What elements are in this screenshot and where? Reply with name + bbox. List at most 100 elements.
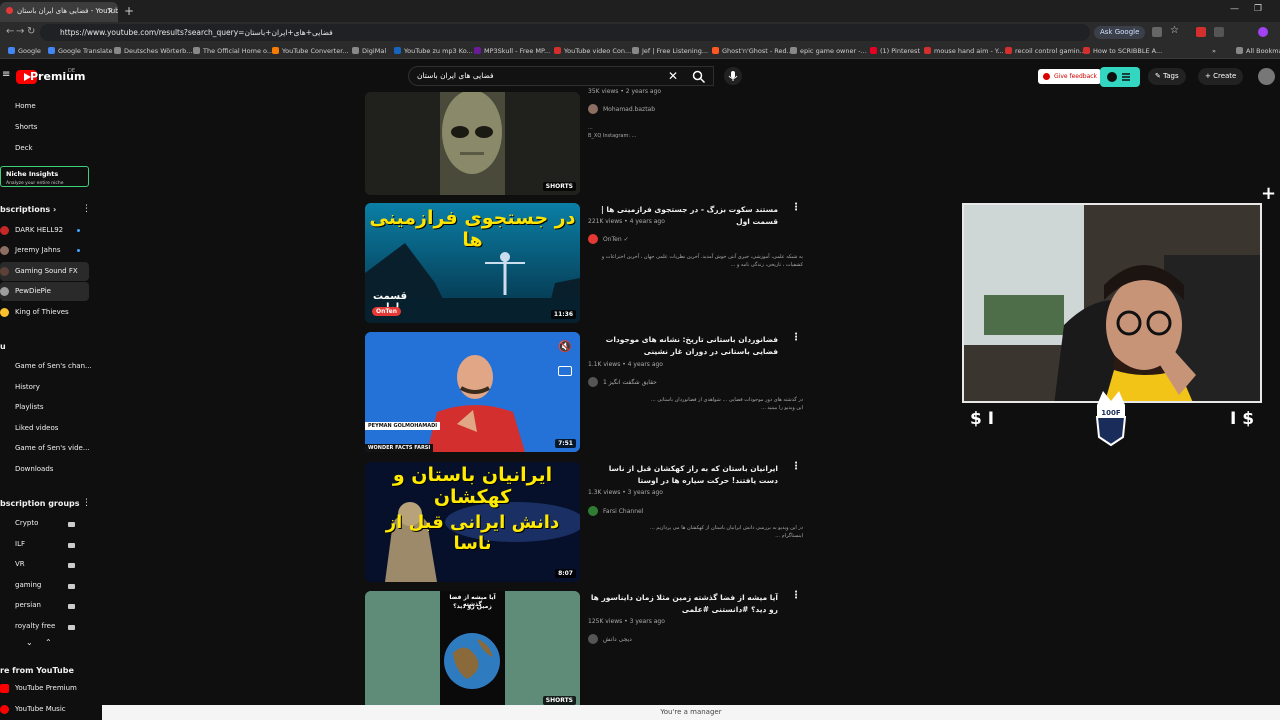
extension-red-icon[interactable] [1196,27,1206,37]
browser-tab[interactable]: فضایی های ایران باستان - YouTube ✕ [0,2,118,22]
tags-button[interactable]: ✎ Tags [1148,68,1186,85]
video-thumbnail[interactable]: آیا میشه از فضا گذشته زمین رو دید؟ SHORT… [365,591,580,709]
you-heading[interactable]: u [0,342,6,351]
groups-more-icon[interactable]: ⋮ [82,498,91,508]
chevron-up-icon[interactable]: ⌃ [45,638,52,647]
forward-icon[interactable]: → [16,26,24,37]
sidebar-group[interactable]: royalty free [15,622,55,630]
extension-icon[interactable] [1152,27,1162,37]
video-thumbnail[interactable]: ایرانیان باستان و کهکشان دانش ایرانی قبل… [365,462,580,582]
bookmark-item[interactable]: YouTube Converter... [272,47,348,55]
plus-icon: + [1205,72,1214,80]
sidebar-subscription[interactable]: DARK HELL92 [15,226,63,234]
niche-insights-button[interactable]: Niche Insights Analyze your entire niche [0,166,89,187]
bookmark-item[interactable]: YouTube zu mp3 Ko... [394,47,473,55]
bookmarks-more-icon[interactable]: » [1212,47,1216,55]
bookmark-item[interactable]: epic game owner -... [790,47,867,55]
captions-icon[interactable] [558,366,572,376]
video-description: به شبکه علمی، آموزشی، خبری آنتن خوش آمدی… [601,254,803,268]
url-field[interactable]: https://www.youtube.com/results?search_q… [40,24,1090,41]
mute-icon[interactable]: 🔇 [558,340,572,353]
more-options-icon[interactable]: ⋮ [791,332,801,343]
sidebar-group[interactable]: VR [15,560,25,568]
voice-search-icon[interactable] [724,67,742,85]
overlay-plus-icon: + [1261,183,1277,204]
bookmark-item[interactable]: Deutsches Wörterb... [114,47,192,55]
channel-name[interactable]: Mohamad.baztab [588,104,655,114]
video-title[interactable]: فضانوردان باستانی تاریخ: نشانه های موجود… [588,334,778,358]
sidebar-item-playlists[interactable]: Playlists [15,403,44,411]
bookmark-item[interactable]: Jef | Free Listening... [632,47,708,55]
sidebar-subscription[interactable]: Gaming Sound FX [15,267,78,275]
profile-icon[interactable] [1258,27,1268,37]
video-meta: 221K views • 4 years ago [588,218,665,225]
sidebar-subscription[interactable]: King of Thieves [15,308,69,316]
bookmark-item[interactable]: Google [8,47,41,55]
subscription-groups-heading[interactable]: bscription groups [0,499,80,508]
group-icon [68,584,75,589]
video-title[interactable]: آیا میشه از فضا گذشته زمین مثلا زمان دای… [588,592,778,616]
new-tab-icon[interactable]: + [124,4,134,18]
create-button[interactable]: + Create [1198,68,1244,85]
sidebar-item-music[interactable]: YouTube Music [15,705,66,713]
sidebar-item-downloads[interactable]: Downloads [15,465,53,473]
bookmark-item[interactable]: MP3Skull - Free MP... [474,47,550,55]
ask-google-button[interactable]: Ask Google [1094,26,1146,39]
star-icon[interactable]: ☆ [1170,25,1179,36]
more-options-icon[interactable]: ⋮ [791,202,801,213]
bookmark-item[interactable]: The Official Home o... [193,47,273,55]
account-avatar[interactable] [1258,68,1275,85]
subscriptions-heading[interactable]: bscriptions › [0,205,56,214]
bookmark-item[interactable]: recoil control gamin... [1005,47,1086,55]
sidebar-group[interactable]: Crypto [15,519,38,527]
bookmark-item[interactable]: mouse hand aim - Y... [924,47,1004,55]
tab-close-icon[interactable]: ✕ [107,7,114,16]
sidebar-item-shorts[interactable]: Shorts [15,123,37,131]
bookmark-item[interactable]: (1) Pinterest [870,47,920,55]
extensions-puzzle-icon[interactable] [1214,27,1224,37]
subscriptions-more-icon[interactable]: ⋮ [82,204,91,214]
sidebar-item-videos[interactable]: Game of Sen's vide... [15,444,90,452]
sidebar-item-liked[interactable]: Liked videos [15,424,58,432]
more-options-icon[interactable]: ⋮ [791,590,801,601]
group-icon [68,625,75,630]
search-icon[interactable] [692,70,706,84]
sidebar-group[interactable]: persian [15,601,41,609]
bookmark-item[interactable]: DigiMal [352,47,386,55]
sidebar-item-history[interactable]: History [15,383,40,391]
minimize-icon[interactable]: — [1230,4,1239,14]
channel-name[interactable]: حقایق شگفت انگیز 1 [588,377,657,387]
sidebar-item-deck[interactable]: Deck [15,144,33,152]
clear-search-icon[interactable]: ✕ [668,69,678,83]
sidebar-subscription[interactable]: PewDiePie [15,287,51,295]
sidebar-group[interactable]: ILF [15,540,25,548]
channel-avatar [0,267,9,276]
channel-name[interactable]: OnTen ✓ [588,234,629,244]
maximize-icon[interactable]: ❐ [1254,4,1262,14]
sidebar-item-premium[interactable]: YouTube Premium [15,684,77,692]
bookmark-item[interactable]: Google Translate [48,47,113,55]
sidebar-group[interactable]: gaming [15,581,41,589]
extension-panel-button[interactable] [1100,67,1140,87]
video-description-line: در گذشته های دور موجودات فضایی ... شواهد… [650,397,803,403]
reload-icon[interactable]: ↻ [27,26,35,37]
video-title[interactable]: ایرانیان باستان که به راز کهکشان قبل از … [588,463,778,487]
all-bookmarks[interactable]: All Bookmarks [1236,47,1280,55]
video-thumbnail[interactable]: در جستجوی فرازمینی ها قسمت اول OnTen 11:… [365,203,580,323]
video-thumbnail[interactable]: 🔇 PEYMAN GOLMOHAMADI WONDER FACTS FARSI … [365,332,580,452]
sidebar-item-channel[interactable]: Game of Sen's chan... [15,362,92,370]
bookmark-item[interactable]: How to SCRIBBLE A... [1083,47,1162,55]
more-options-icon[interactable]: ⋮ [791,461,801,472]
give-feedback-button[interactable]: Give feedback [1038,69,1102,84]
bookmark-item[interactable]: Ghost'n'Ghost - Red... [712,47,793,55]
overlay-dollar-right: I $ [1230,409,1255,429]
bookmark-item[interactable]: YouTube video Con... [554,47,631,55]
video-thumbnail[interactable]: SHORTS [365,92,580,195]
chevron-down-icon[interactable]: ⌄ [26,638,33,647]
channel-name[interactable]: دیجی دانش [588,634,632,644]
sidebar-item-home[interactable]: Home [15,102,36,110]
back-icon[interactable]: ← [6,26,14,37]
menu-icon[interactable]: ≡ [2,69,10,80]
sidebar-subscription[interactable]: Jeremy Jahns [15,246,60,254]
channel-name[interactable]: Farsi Channel [588,506,643,516]
